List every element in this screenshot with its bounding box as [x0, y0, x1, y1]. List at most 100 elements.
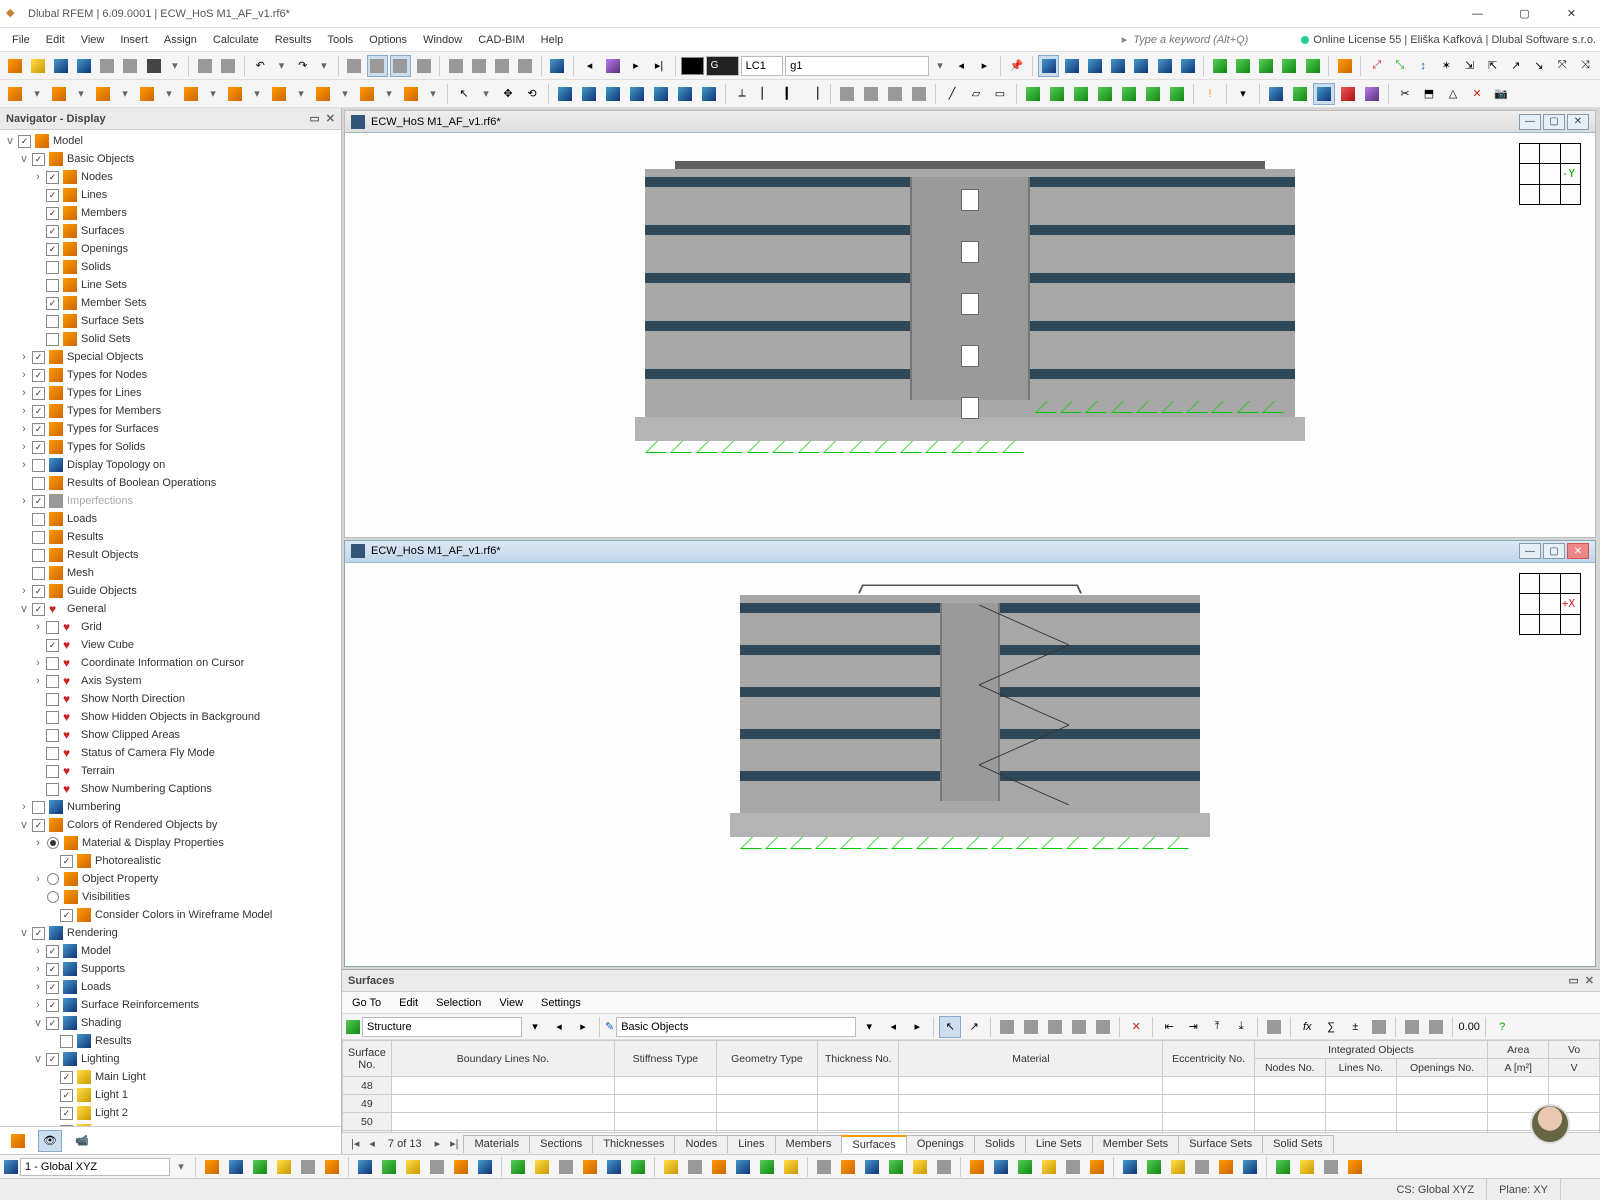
- tree-item[interactable]: ›Surface Reinforcements: [0, 996, 341, 1014]
- checkbox[interactable]: [46, 207, 59, 220]
- viewport-1[interactable]: ECW_HoS M1_AF_v1.rf6* — ▢ ✕ -Y: [344, 110, 1596, 538]
- surface-tool[interactable]: [136, 83, 158, 105]
- render-toggle[interactable]: [1313, 83, 1335, 105]
- col-vol-unit[interactable]: V: [1549, 1059, 1600, 1077]
- bc2-dd[interactable]: ▾: [858, 1016, 880, 1038]
- cs-tool-31[interactable]: [990, 1156, 1012, 1178]
- tree-item[interactable]: Mesh: [0, 564, 341, 582]
- pin-button[interactable]: 📌: [1006, 55, 1027, 77]
- checkbox[interactable]: [46, 783, 59, 796]
- tree-item[interactable]: Solid Sets: [0, 330, 341, 348]
- tree-item[interactable]: ♥Terrain: [0, 762, 341, 780]
- tb-help[interactable]: ?: [1491, 1016, 1513, 1038]
- checkbox[interactable]: [32, 387, 45, 400]
- extend-tool[interactable]: [674, 83, 696, 105]
- lc-field[interactable]: LC1: [741, 56, 784, 76]
- info-button[interactable]: !: [1199, 83, 1221, 105]
- cs-tool-32[interactable]: [1014, 1156, 1036, 1178]
- sync-button[interactable]: [74, 55, 95, 77]
- axis-3[interactable]: ↗: [1505, 55, 1526, 77]
- panel-pin-icon[interactable]: ▭: [309, 112, 319, 125]
- rotate-tool[interactable]: ⟲: [521, 83, 543, 105]
- tab-prev[interactable]: ◂: [364, 1137, 380, 1150]
- vp2-min[interactable]: —: [1519, 543, 1541, 559]
- view-a-button[interactable]: [367, 55, 388, 77]
- save-all-button[interactable]: [120, 55, 141, 77]
- snap-1[interactable]: [1038, 55, 1059, 77]
- tree-item[interactable]: ›Nodes: [0, 168, 341, 186]
- col-nodes-no[interactable]: Nodes No.: [1254, 1059, 1325, 1077]
- surfaces-pin[interactable]: ▭: [1568, 974, 1578, 987]
- tree-item[interactable]: ♥Status of Camera Fly Mode: [0, 744, 341, 762]
- checkbox[interactable]: [46, 963, 59, 976]
- tree-item[interactable]: Solids: [0, 258, 341, 276]
- close-button[interactable]: ✕: [1549, 2, 1594, 26]
- tree-item[interactable]: ♥Show Numbering Captions: [0, 780, 341, 798]
- assistant-avatar[interactable]: [1530, 1104, 1570, 1144]
- cs-tool-6[interactable]: [354, 1156, 376, 1178]
- cs-tool-5[interactable]: [321, 1156, 343, 1178]
- cs-tool-12[interactable]: [507, 1156, 529, 1178]
- cs-tool-0[interactable]: [201, 1156, 223, 1178]
- checkbox[interactable]: [60, 855, 73, 868]
- render-c[interactable]: [1361, 83, 1383, 105]
- render-opt[interactable]: [1289, 83, 1311, 105]
- tb-j[interactable]: [1263, 1016, 1285, 1038]
- cs-tool-39[interactable]: [1191, 1156, 1213, 1178]
- grid-opt[interactable]: [1265, 83, 1287, 105]
- select-tool[interactable]: ↖: [453, 83, 475, 105]
- tab-solids[interactable]: Solids: [974, 1135, 1026, 1153]
- menu-cadbim[interactable]: CAD-BIM: [470, 29, 532, 51]
- view-persp[interactable]: [860, 83, 882, 105]
- shade-2[interactable]: [1232, 55, 1253, 77]
- keyword-input[interactable]: [1133, 34, 1293, 46]
- tree-item[interactable]: ♥Show Hidden Objects in Background: [0, 708, 341, 726]
- tree-item[interactable]: Visibilities: [0, 888, 341, 906]
- view-b-button[interactable]: [390, 55, 411, 77]
- new-file-button[interactable]: [4, 55, 25, 77]
- support-tool[interactable]: [356, 83, 378, 105]
- radio[interactable]: [47, 837, 59, 849]
- cs-tool-8[interactable]: [402, 1156, 424, 1178]
- menu-help[interactable]: Help: [533, 29, 572, 51]
- tree-item[interactable]: Results of Boolean Operations: [0, 474, 341, 492]
- tree-root[interactable]: v Model: [0, 132, 341, 150]
- delete-tool[interactable]: ✕: [1466, 83, 1488, 105]
- col-thickness[interactable]: Thickness No.: [818, 1041, 899, 1077]
- tree-item[interactable]: Line Sets: [0, 276, 341, 294]
- table-row[interactable]: 50: [343, 1113, 1600, 1131]
- tree-item[interactable]: Result Objects: [0, 546, 341, 564]
- tree-item[interactable]: vShading: [0, 1014, 341, 1032]
- tab-sections[interactable]: Sections: [529, 1135, 593, 1153]
- trim-tool[interactable]: [650, 83, 672, 105]
- tool-cube-button[interactable]: [1334, 55, 1355, 77]
- tb-g[interactable]: ⇥: [1182, 1016, 1204, 1038]
- checkbox[interactable]: [46, 189, 59, 202]
- tb-p[interactable]: 0.00: [1458, 1016, 1480, 1038]
- layout-4-button[interactable]: [515, 55, 536, 77]
- surf-menu-edit[interactable]: Edit: [391, 997, 426, 1009]
- cs-tool-7[interactable]: [378, 1156, 400, 1178]
- cs-selector[interactable]: 1 - Global XYZ: [20, 1158, 170, 1176]
- checkbox[interactable]: [46, 729, 59, 742]
- cs-tool-3[interactable]: [273, 1156, 295, 1178]
- tree-item[interactable]: ›Types for Lines: [0, 384, 341, 402]
- tree-item[interactable]: Photorealistic: [0, 852, 341, 870]
- tree-item[interactable]: Openings: [0, 240, 341, 258]
- tb-o[interactable]: [1425, 1016, 1447, 1038]
- load-tool[interactable]: [312, 83, 334, 105]
- col-lines-no[interactable]: Lines No.: [1325, 1059, 1396, 1077]
- shade-4[interactable]: [1279, 55, 1300, 77]
- bc2-prev[interactable]: ◂: [882, 1016, 904, 1038]
- cs-tool-20[interactable]: [708, 1156, 730, 1178]
- layout-1-button[interactable]: [445, 55, 466, 77]
- shade-5[interactable]: [1302, 55, 1323, 77]
- align-r[interactable]: ▕: [803, 83, 825, 105]
- view-cube-2[interactable]: +X: [1519, 573, 1581, 635]
- checkbox[interactable]: [32, 819, 45, 832]
- checkbox[interactable]: [46, 297, 59, 310]
- tree-item[interactable]: ›Types for Nodes: [0, 366, 341, 384]
- cs-tool-10[interactable]: [450, 1156, 472, 1178]
- cs-tool-18[interactable]: [660, 1156, 682, 1178]
- tree-item[interactable]: Results: [0, 528, 341, 546]
